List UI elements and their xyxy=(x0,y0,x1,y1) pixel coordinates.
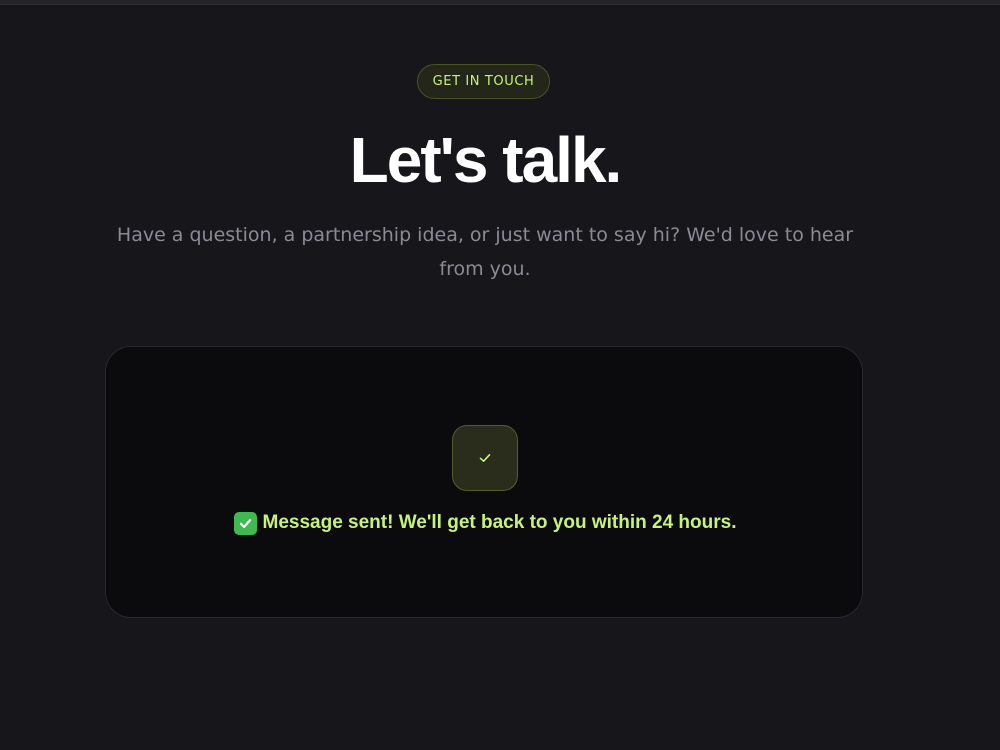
check-icon xyxy=(479,454,491,462)
success-message: Message sent! We'll get back to you with… xyxy=(106,510,864,536)
top-divider xyxy=(0,0,1000,5)
success-message-text: Message sent! We'll get back to you with… xyxy=(262,512,737,533)
get-in-touch-badge: GET IN TOUCH xyxy=(417,64,550,99)
badge-label: GET IN TOUCH xyxy=(432,74,535,89)
page-title: Let's talk. xyxy=(349,124,623,196)
success-check-tile xyxy=(452,425,518,491)
check-mark-emoji-icon xyxy=(233,511,257,535)
page-subtitle: Have a question, a partnership idea, or … xyxy=(116,224,854,280)
success-card: Message sent! We'll get back to you with… xyxy=(105,346,863,618)
